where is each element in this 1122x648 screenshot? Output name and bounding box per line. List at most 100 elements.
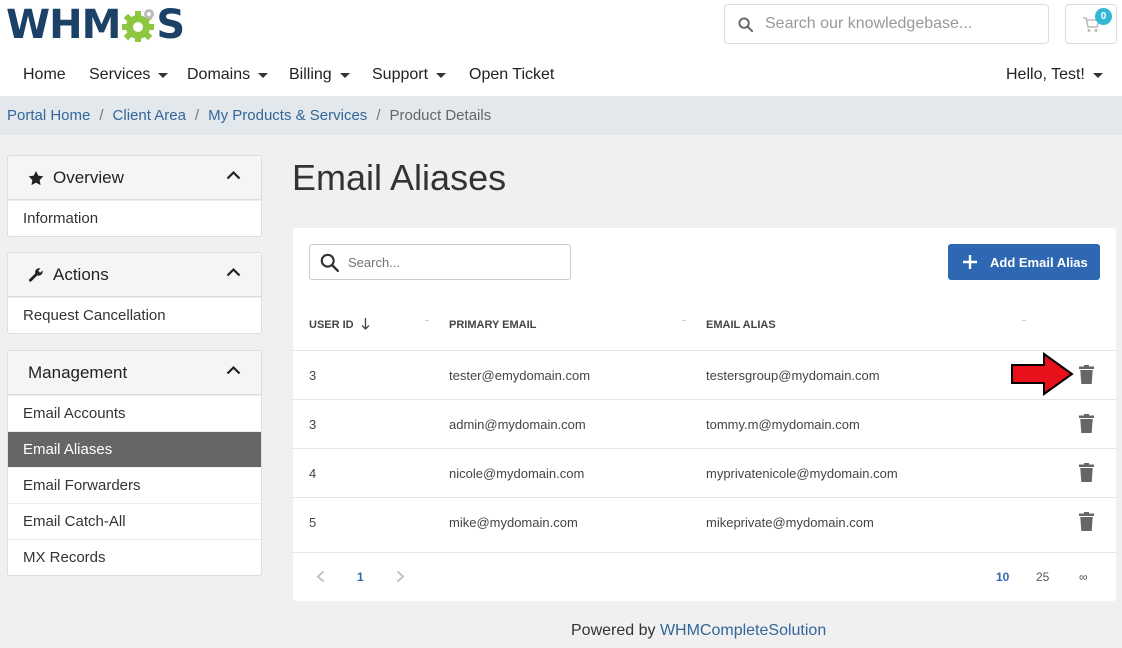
cell-email-alias: myprivatenicole@mydomain.com	[706, 466, 898, 481]
whmcs-logo[interactable]: WHM S	[6, 2, 185, 48]
cart-button[interactable]: 0	[1065, 4, 1117, 44]
logo-text-right: S	[156, 2, 185, 48]
column-header-user-id[interactable]: User ID	[309, 319, 354, 331]
wrench-icon	[28, 267, 44, 283]
user-greeting: Hello, Test!	[1006, 66, 1085, 83]
nav-domains[interactable]: Domains	[187, 66, 269, 84]
cell-primary-email: admin@mydomain.com	[449, 417, 586, 432]
trash-icon[interactable]	[1079, 512, 1094, 531]
cell-primary-email: tester@emydomain.com	[449, 368, 591, 383]
footer-link[interactable]: WHMCompleteSolution	[660, 622, 826, 639]
breadcrumb-separator: /	[194, 107, 200, 124]
chevron-up-icon[interactable]	[226, 170, 241, 180]
footer-powered-by: Powered by WHMCompleteSolution	[571, 622, 826, 640]
site-header: WHM S Search our knowledgebase... 0 Home…	[0, 0, 1122, 96]
row-divider	[293, 399, 1116, 400]
cell-primary-email: mike@mydomain.com	[449, 515, 578, 530]
table-search[interactable]	[309, 244, 571, 280]
email-aliases-card: Add Email Alias User ID Primary Email Em…	[293, 228, 1116, 601]
nav-domains-label: Domains	[187, 66, 251, 83]
column-header-email-alias[interactable]: Email Alias	[706, 319, 776, 331]
nav-support-label: Support	[372, 66, 429, 83]
breadcrumb-separator: /	[376, 107, 381, 124]
cell-user-id: 5	[309, 515, 317, 530]
sidebar-item-email-aliases[interactable]: Email Aliases	[8, 431, 261, 467]
cell-user-id: 4	[309, 466, 317, 481]
nav-open-ticket-label: Open Ticket	[469, 66, 555, 83]
logo-text-left: WHM	[6, 2, 121, 48]
sidebar-item-email-catch-all[interactable]: Email Catch-All	[8, 503, 261, 539]
nav-home[interactable]: Home	[23, 66, 66, 84]
add-email-alias-button[interactable]: Add Email Alias	[948, 244, 1100, 280]
sidebar-panel-management: Management Email Accounts Email Aliases …	[7, 350, 262, 576]
trash-icon[interactable]	[1079, 365, 1094, 384]
cell-email-alias: mikeprivate@mydomain.com	[706, 515, 874, 530]
cell-email-alias: tommy.m@mydomain.com	[706, 417, 860, 432]
nav-services[interactable]: Services	[89, 66, 169, 84]
caret-down-icon	[339, 72, 350, 78]
breadcrumb-separator: /	[99, 107, 104, 124]
chevron-left-icon[interactable]	[316, 570, 325, 583]
sort-down-arrow-icon[interactable]	[361, 317, 370, 331]
sort-hint	[682, 320, 686, 321]
sidebar-panel-overview: Overview Information	[7, 155, 262, 237]
panel-title-actions: Actions	[53, 264, 109, 284]
chevron-up-icon[interactable]	[226, 267, 241, 277]
knowledgebase-search[interactable]	[724, 4, 1049, 44]
search-icon	[310, 253, 348, 272]
column-header-primary-email[interactable]: Primary Email	[449, 319, 536, 331]
red-arrow-annotation-icon	[1011, 352, 1074, 396]
cell-email-alias: testersgroup@mydomain.com	[706, 368, 880, 383]
cell-user-id: 3	[309, 368, 317, 383]
per-page-25[interactable]: 25	[1036, 570, 1049, 584]
star-icon	[28, 170, 44, 186]
sort-hint	[425, 320, 429, 321]
footer-prefix: Powered by	[571, 622, 660, 639]
sidebar-item-email-forwarders[interactable]: Email Forwarders	[8, 467, 261, 503]
knowledgebase-search-input[interactable]	[765, 15, 1035, 33]
plus-icon	[962, 254, 978, 270]
panel-title-overview: Overview	[53, 167, 124, 187]
nav-billing[interactable]: Billing	[289, 66, 350, 84]
chevron-right-icon[interactable]	[396, 570, 405, 583]
sidebar-panel-actions: Actions Request Cancellation	[7, 252, 262, 334]
search-icon	[725, 16, 765, 32]
caret-down-icon	[1092, 72, 1103, 78]
pagination-page[interactable]: 1	[357, 570, 364, 584]
nav-open-ticket[interactable]: Open Ticket	[469, 66, 554, 84]
panel-header-actions[interactable]: Actions	[8, 253, 261, 297]
sort-hint	[1022, 320, 1026, 321]
trash-icon[interactable]	[1079, 463, 1094, 482]
caret-down-icon	[436, 72, 447, 78]
trash-icon[interactable]	[1079, 414, 1094, 433]
breadcrumb-products-services[interactable]: My Products & Services	[208, 107, 367, 124]
table-search-input[interactable]	[348, 254, 558, 270]
row-divider	[293, 497, 1116, 498]
per-page-10[interactable]: 10	[996, 570, 1009, 584]
row-divider	[293, 350, 1116, 351]
sidebar-item-information[interactable]: Information	[8, 200, 261, 236]
breadcrumb: Portal Home / Client Area / My Products …	[0, 96, 1122, 135]
panel-title-management: Management	[28, 362, 128, 382]
sidebar-item-email-accounts[interactable]: Email Accounts	[8, 395, 261, 431]
cell-primary-email: nicole@mydomain.com	[449, 466, 585, 481]
per-page-all[interactable]: ∞	[1079, 570, 1088, 584]
add-email-alias-label: Add Email Alias	[990, 254, 1088, 270]
breadcrumb-client-area[interactable]: Client Area	[113, 107, 186, 124]
sidebar-item-request-cancellation[interactable]: Request Cancellation	[8, 297, 261, 333]
caret-down-icon	[158, 72, 169, 78]
nav-home-label: Home	[23, 66, 66, 83]
sidebar-item-mx-records[interactable]: MX Records	[8, 539, 261, 575]
chevron-up-icon[interactable]	[226, 365, 241, 375]
row-divider	[293, 448, 1116, 449]
nav-user-menu[interactable]: Hello, Test!	[1006, 66, 1103, 84]
gear-logo-icon	[122, 9, 155, 42]
breadcrumb-portal-home[interactable]: Portal Home	[7, 107, 90, 124]
nav-services-label: Services	[89, 66, 151, 83]
page-title: Email Aliases	[292, 157, 507, 198]
panel-header-management[interactable]: Management	[8, 351, 261, 395]
nav-support[interactable]: Support	[372, 66, 447, 84]
panel-header-overview[interactable]: Overview	[8, 156, 261, 200]
row-divider	[293, 552, 1116, 553]
cart-count-badge: 0	[1095, 8, 1112, 25]
